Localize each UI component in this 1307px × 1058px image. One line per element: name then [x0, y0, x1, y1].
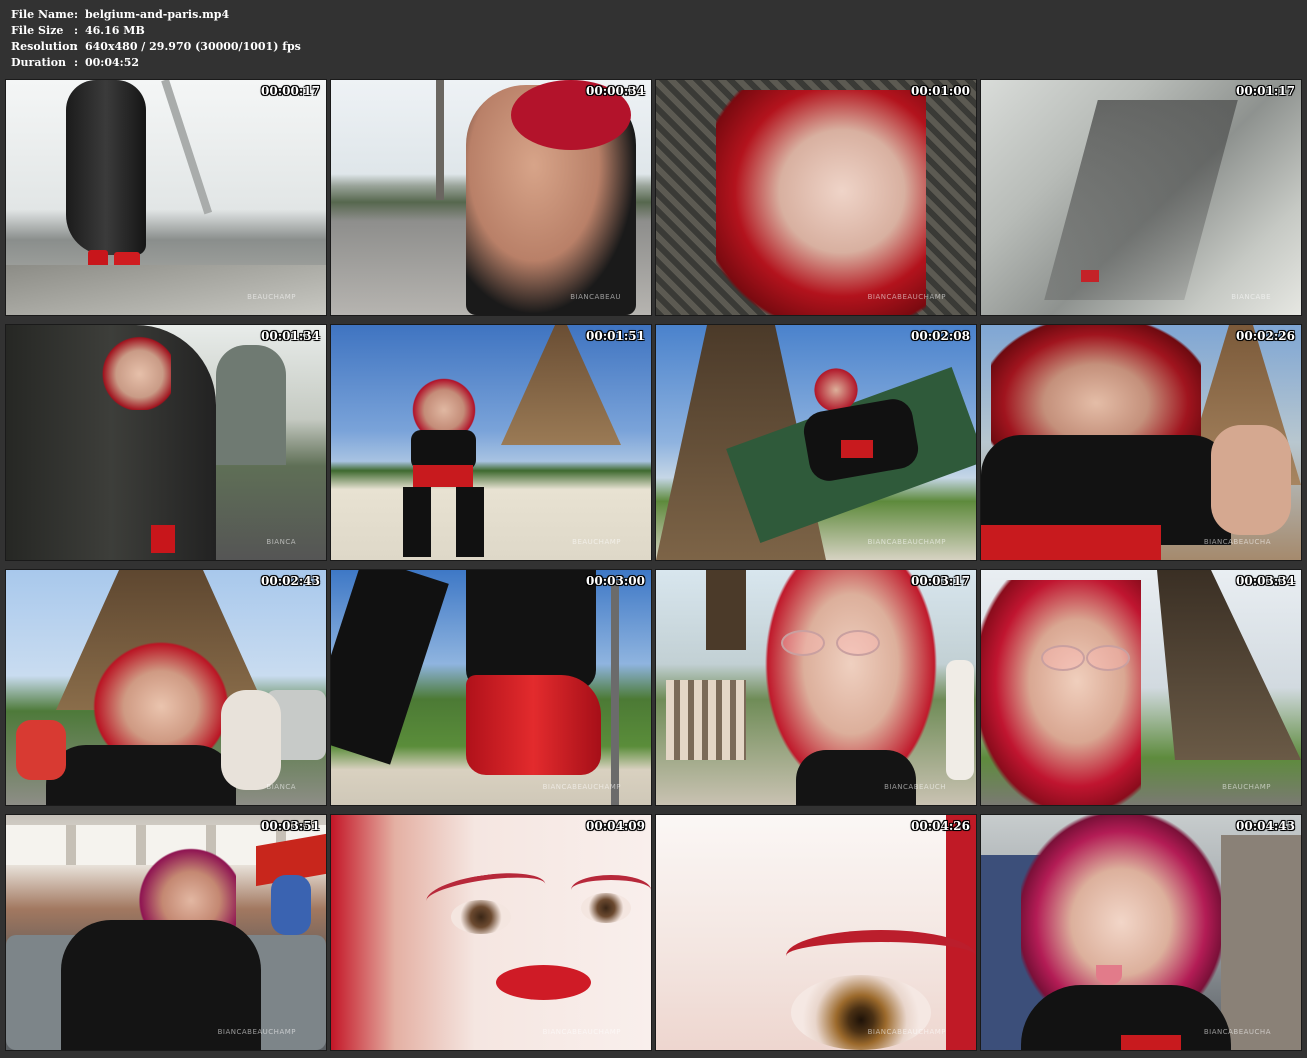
timestamp-label: 00:01:00 [911, 84, 970, 98]
thumbnail-frame[interactable]: 00:03:00 BIANCABEAUCHAMP [330, 569, 652, 806]
thumbnail-frame[interactable]: 00:03:17 BIANCABEAUCH [655, 569, 977, 806]
thumbnail-frame[interactable]: 00:01:00 BIANCABEAUCHAMP [655, 79, 977, 316]
timestamp-label: 00:02:08 [911, 329, 970, 343]
watermark-label: BIANCABEAUCHA [1203, 1028, 1271, 1036]
watermark-label: BIANCA [266, 538, 296, 546]
watermark-label: BIANCABEAUCHAMP [217, 1028, 296, 1036]
timestamp-label: 00:03:34 [1236, 574, 1295, 588]
watermark-label: BEAUCHAMP [247, 293, 296, 301]
thumbnail-frame[interactable]: 00:04:09 BIANCABEAUCHAMP [330, 814, 652, 1051]
watermark-label: BIANCABEAUCHAMP [542, 783, 621, 791]
timestamp-label: 00:01:34 [261, 329, 320, 343]
watermark-label: BIANCABEAUCHAMP [867, 538, 946, 546]
watermark-label: BIANCABEAUCHA [1203, 538, 1271, 546]
thumbnail-frame[interactable]: 00:01:34 BIANCA [5, 324, 327, 561]
timestamp-label: 00:04:09 [586, 819, 645, 833]
thumbnail-frame[interactable]: 00:04:43 BIANCABEAUCHA [980, 814, 1302, 1051]
thumbnail-frame[interactable]: 00:00:17 BEAUCHAMP [5, 79, 327, 316]
thumbnail-frame[interactable]: 00:04:26 BIANCABEAUCHAMP [655, 814, 977, 1051]
duration-row: Duration : 00:04:52 [11, 55, 301, 71]
thumbnail-frame[interactable]: 00:01:17 BIANCABE [980, 79, 1302, 316]
file-name-row: File Name : belgium-and-paris.mp4 [11, 7, 301, 23]
watermark-label: BIANCABEAUCHAMP [867, 293, 946, 301]
thumbnail-frame[interactable]: 00:00:34 BIANCABEAU [330, 79, 652, 316]
meta-separator: : [74, 40, 79, 53]
thumbnail-frame[interactable]: 00:01:51 BEAUCHAMP [330, 324, 652, 561]
thumbnail-frame[interactable]: 00:03:34 BEAUCHAMP [980, 569, 1302, 806]
duration-value: 00:04:52 [85, 56, 140, 69]
meta-key: File Name [11, 8, 74, 21]
thumbnail-frame[interactable]: 00:02:43 BIANCA [5, 569, 327, 806]
watermark-label: BIANCA [266, 783, 296, 791]
timestamp-label: 00:03:17 [911, 574, 970, 588]
timestamp-label: 00:03:51 [261, 819, 320, 833]
timestamp-label: 00:00:34 [586, 84, 645, 98]
watermark-label: BEAUCHAMP [572, 538, 621, 546]
timestamp-label: 00:04:43 [1236, 819, 1295, 833]
thumbnail-frame[interactable]: 00:02:08 BIANCABEAUCHAMP [655, 324, 977, 561]
thumbnail-frame[interactable]: 00:03:51 BIANCABEAUCHAMP [5, 814, 327, 1051]
timestamp-label: 00:04:26 [911, 819, 970, 833]
watermark-label: BIANCABEAUCH [884, 783, 946, 791]
timestamp-label: 00:00:17 [261, 84, 320, 98]
meta-key: Duration [11, 56, 67, 69]
timestamp-label: 00:02:43 [261, 574, 320, 588]
resolution-value: 640x480 / 29.970 (30000/1001) fps [85, 40, 301, 53]
watermark-label: BIANCABEAU [570, 293, 621, 301]
watermark-label: BEAUCHAMP [1222, 783, 1271, 791]
meta-separator: : [74, 8, 79, 21]
file-size-value: 46.16 MB [85, 24, 145, 37]
meta-separator: : [74, 56, 79, 69]
file-info-header: File Name : belgium-and-paris.mp4 File S… [11, 7, 301, 71]
resolution-row: Resolution : 640x480 / 29.970 (30000/100… [11, 39, 301, 55]
watermark-label: BIANCABE [1231, 293, 1271, 301]
watermark-label: BIANCABEAUCHAMP [542, 1028, 621, 1036]
thumbnail-grid: 00:00:17 BEAUCHAMP 00:00:34 BIANCABEAU 0… [5, 79, 1302, 1056]
timestamp-label: 00:02:26 [1236, 329, 1295, 343]
thumbnail-frame[interactable]: 00:02:26 BIANCABEAUCHA [980, 324, 1302, 561]
watermark-label: BIANCABEAUCHAMP [867, 1028, 946, 1036]
timestamp-label: 00:01:17 [1236, 84, 1295, 98]
file-name-value: belgium-and-paris.mp4 [85, 8, 230, 21]
meta-key: File Size [11, 24, 64, 37]
meta-separator: : [74, 24, 79, 37]
file-size-row: File Size : 46.16 MB [11, 23, 301, 39]
timestamp-label: 00:01:51 [586, 329, 645, 343]
meta-key: Resolution [11, 40, 78, 53]
timestamp-label: 00:03:00 [586, 574, 645, 588]
